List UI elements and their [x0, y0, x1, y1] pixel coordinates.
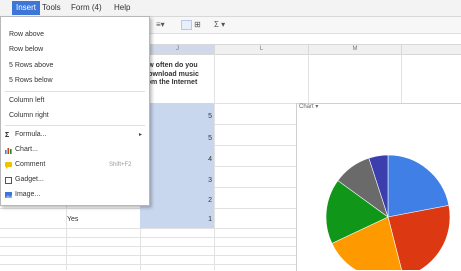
wrap-button[interactable]: ⊞ [194, 20, 201, 29]
insert-menu: Row above Row below 5 Rows above 5 Rows … [0, 16, 150, 206]
merge-cells-button[interactable] [181, 20, 192, 30]
grid-line [308, 54, 309, 104]
menu-separator [5, 125, 145, 126]
cell-value[interactable]: 4 [200, 156, 212, 163]
cell-value[interactable]: 3 [200, 177, 212, 184]
menu-bar: Insert Tools Form (4) Help [0, 0, 461, 17]
comment-icon [5, 162, 12, 169]
cell-value[interactable]: 2 [200, 197, 212, 204]
menu-item-5-rows-above[interactable]: 5 Rows above [9, 62, 53, 69]
column-header-l[interactable]: L [214, 44, 309, 55]
sigma-icon: Σ [5, 132, 10, 139]
sum-button[interactable]: Σ ▾ [214, 20, 225, 29]
cell-value[interactable]: 5 [200, 135, 212, 142]
column-header-m[interactable]: M [308, 44, 402, 55]
cell-value[interactable]: 1 [200, 216, 212, 223]
toolbar: ≡▾ ⊞ Σ ▾ [148, 17, 461, 34]
menu-item-row-below[interactable]: Row below [9, 46, 43, 53]
menu-item-column-right[interactable]: Column right [9, 112, 49, 119]
column-header-n[interactable] [401, 44, 461, 55]
menu-item-row-above[interactable]: Row above [9, 31, 44, 38]
question-header-cell[interactable]: ow often do you download music rom the I… [144, 62, 214, 88]
gadget-icon [5, 177, 12, 184]
grid-line [0, 255, 300, 256]
menu-tools[interactable]: Tools [42, 3, 61, 12]
menu-item-column-left[interactable]: Column left [9, 97, 44, 104]
chart-menu-button[interactable]: Chart ▾ [299, 103, 318, 110]
pie-slices [325, 154, 451, 270]
menu-separator [5, 91, 145, 92]
cell-yes[interactable]: Yes [67, 216, 78, 223]
selected-column-range[interactable] [140, 103, 214, 228]
image-icon [5, 192, 12, 198]
align-button[interactable]: ≡▾ [156, 20, 165, 29]
submenu-arrow-icon: ▸ [139, 132, 143, 138]
column-header-j[interactable]: J [140, 44, 215, 55]
menu-item-gadget[interactable]: Gadget... [15, 176, 44, 183]
chart-icon [5, 147, 12, 154]
menu-insert[interactable]: Insert [12, 1, 41, 15]
menu-item-comment[interactable]: Comment [15, 161, 45, 168]
grid-line [0, 246, 300, 247]
menu-form[interactable]: Form (4) [71, 3, 102, 12]
menu-help[interactable]: Help [114, 3, 130, 12]
header-cell-text: ow often do you download music rom the I… [144, 62, 199, 86]
cell-value[interactable]: 5 [200, 113, 212, 120]
grid-line [0, 228, 300, 229]
menu-item-image[interactable]: Image... [15, 191, 40, 198]
comment-shortcut: Shift+F2 [109, 162, 132, 168]
grid-line [0, 264, 300, 265]
grid-line [0, 237, 300, 238]
grid-line [401, 54, 402, 104]
menu-item-5-rows-below[interactable]: 5 Rows below [9, 77, 53, 84]
menu-item-formula[interactable]: Formula... [15, 131, 47, 138]
pie-chart[interactable] [316, 144, 461, 270]
menu-item-chart[interactable]: Chart... [15, 146, 38, 153]
